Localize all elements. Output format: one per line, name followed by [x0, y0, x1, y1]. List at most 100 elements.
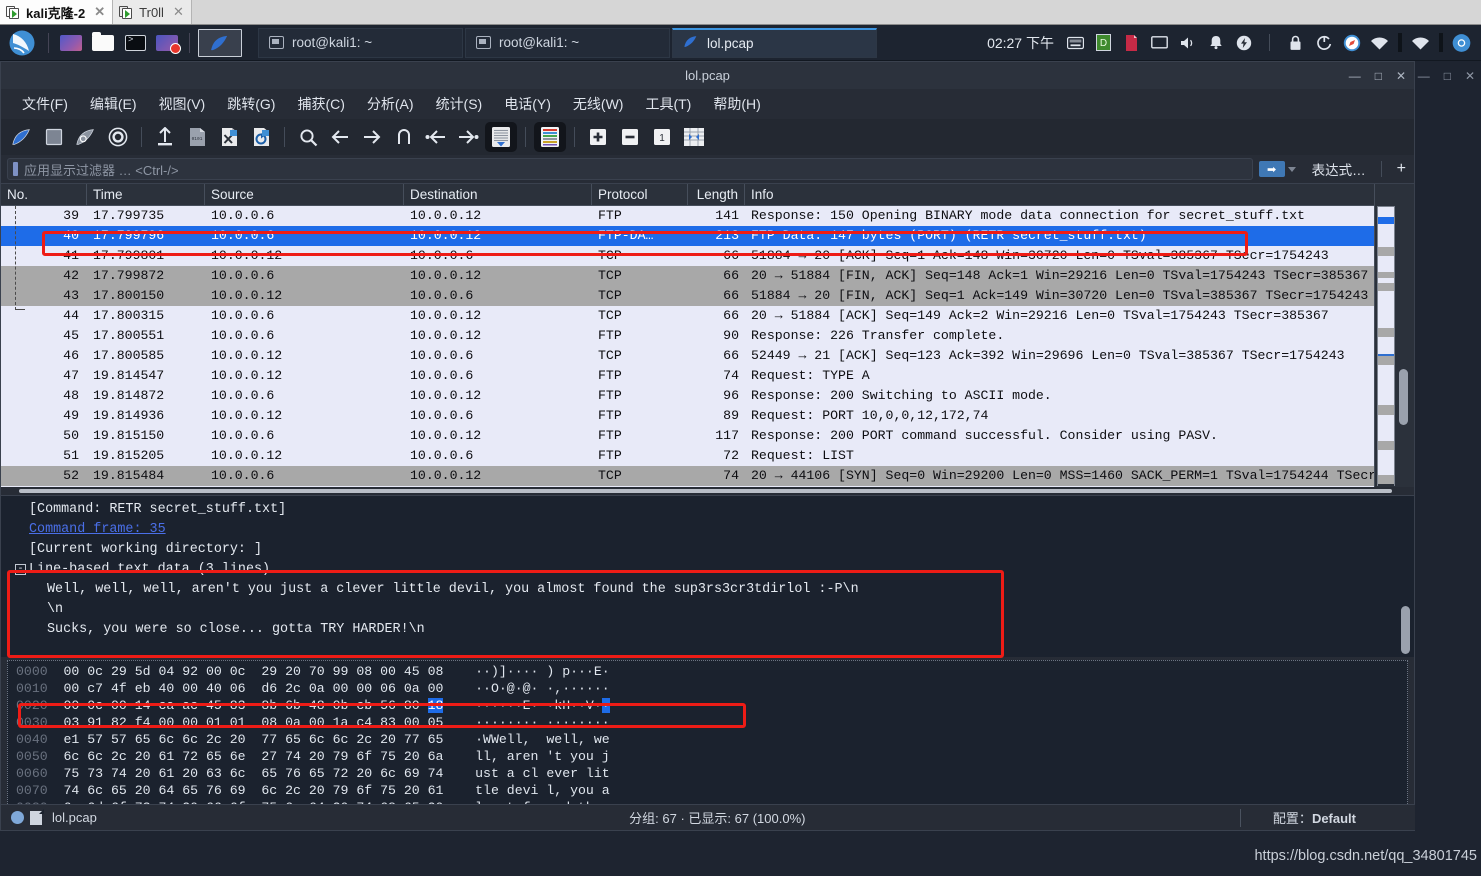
go-forward-icon[interactable]	[357, 122, 387, 152]
detail-row[interactable]: Command frame: 35	[1, 520, 1414, 540]
search-input[interactable]: 应用显示过滤器 … <Ctrl-/>	[7, 158, 1253, 180]
logout-icon[interactable]	[1314, 33, 1333, 52]
power-icon[interactable]	[1234, 33, 1253, 52]
hex-row[interactable]: 0040 e1 57 57 65 6c 6c 2c 20 77 65 6c 6c…	[8, 731, 1407, 748]
outer-minimize-button[interactable]: —	[1418, 69, 1430, 83]
menu-item-telephony[interactable]: 电话(Y)	[493, 91, 562, 117]
hex-row[interactable]: 0020 00 0c 00 14 ca ac 45 83 8b 6b 48 0b…	[8, 697, 1407, 714]
resize-columns-icon[interactable]	[679, 122, 709, 152]
files-icon[interactable]	[89, 31, 117, 55]
table-row[interactable]: 47 19.814547 10.0.0.12 10.0.0.6 FTP 74 Request…	[1, 366, 1414, 386]
menu-item-tools[interactable]: 工具(T)	[634, 91, 702, 117]
table-row[interactable]: 42 17.799872 10.0.0.6 10.0.0.12 TCP 66 20 → 51…	[1, 266, 1414, 286]
edit-doc-icon[interactable]	[1122, 33, 1141, 52]
zoom-out-icon[interactable]	[615, 122, 645, 152]
column-header-source[interactable]: Source	[205, 183, 404, 206]
auto-scroll-icon[interactable]	[485, 122, 517, 152]
lock-icon[interactable]	[1286, 33, 1305, 52]
filter-expression-button[interactable]: 表达式…	[1304, 159, 1374, 179]
wifi-icon[interactable]	[1370, 33, 1389, 52]
wireshark-icon[interactable]	[198, 28, 242, 57]
close-icon[interactable]: ✕	[173, 4, 184, 20]
table-row[interactable]: 51 19.815205 10.0.0.12 10.0.0.6 FTP 72 Request…	[1, 446, 1414, 466]
packet-list-scrollbar[interactable]	[1374, 184, 1414, 488]
table-row[interactable]: 44 17.800315 10.0.0.6 10.0.0.12 TCP 66 20 → 51…	[1, 306, 1414, 326]
packet-bytes-pane[interactable]: 0000 00 0c 29 5d 04 92 00 0c 29 20 70 99…	[7, 660, 1408, 826]
colorize-icon[interactable]	[534, 122, 566, 152]
go-last-packet-icon[interactable]	[453, 122, 483, 152]
table-row[interactable]: 46 17.800585 10.0.0.12 10.0.0.6 TCP 66 52449 →…	[1, 346, 1414, 366]
close-icon[interactable]: ✕	[94, 4, 105, 20]
close-file-icon[interactable]	[214, 122, 244, 152]
table-row[interactable]: 49 19.814936 10.0.0.12 10.0.0.6 FTP 89 Request…	[1, 406, 1414, 426]
restart-capture-icon[interactable]	[71, 122, 101, 152]
keyboard-icon[interactable]	[1066, 33, 1085, 52]
go-first-packet-icon[interactable]	[421, 122, 451, 152]
taskbar-window-0[interactable]: root@kali1: ~	[258, 27, 463, 58]
hex-row[interactable]: 0000 00 0c 29 5d 04 92 00 0c 29 20 70 99…	[8, 663, 1407, 680]
column-header-destination[interactable]: Destination	[404, 183, 592, 206]
outer-maximize-button[interactable]: □	[1444, 69, 1451, 83]
menu-item-go[interactable]: 跳转(G)	[216, 91, 286, 117]
details-scrollbar-thumb[interactable]	[1401, 606, 1410, 654]
table-row[interactable]: 40 17.799796 10.0.0.6 10.0.0.12 FTP-DA… 213 FT…	[1, 226, 1414, 246]
packet-list[interactable]: No. Time Source Destination Protocol Len…	[1, 183, 1414, 488]
detail-row[interactable]: Well, well, well, aren't you just a clev…	[1, 580, 1414, 600]
table-row[interactable]: 41 17.799801 10.0.0.12 10.0.0.6 TCP 66 51884 →…	[1, 246, 1414, 266]
maximize-button[interactable]: □	[1375, 69, 1382, 83]
add-filter-button[interactable]: +	[1389, 160, 1414, 178]
dictionary-icon[interactable]: D	[1094, 33, 1113, 52]
table-row[interactable]: 50 19.815150 10.0.0.6 10.0.0.12 FTP 117 Respon…	[1, 426, 1414, 446]
pane-splitter[interactable]	[1, 487, 1414, 495]
terminal-icon[interactable]	[121, 31, 149, 55]
vm-tab-1[interactable]: Tr0ll ✕	[113, 0, 192, 24]
hex-row[interactable]: 0050 6c 6c 2c 20 61 72 65 6e 27 74 20 79…	[8, 748, 1407, 765]
find-packet-icon[interactable]	[293, 122, 323, 152]
menu-item-statistics[interactable]: 统计(S)	[425, 91, 494, 117]
display-icon[interactable]	[1150, 33, 1169, 52]
vm-tab-0[interactable]: kali克隆-2 ✕	[0, 0, 114, 24]
column-header-info[interactable]: Info	[745, 184, 1414, 206]
detail-row[interactable]: - Line-based text data (3 lines)	[1, 560, 1414, 580]
start-capture-icon[interactable]	[7, 122, 37, 152]
collapse-icon[interactable]: -	[15, 564, 26, 575]
close-button[interactable]: ✕	[1396, 69, 1406, 83]
go-to-packet-icon[interactable]	[389, 122, 419, 152]
hex-row[interactable]: 0030 03 91 82 f4 00 00 01 01 08 0a 00 1a…	[8, 714, 1407, 731]
bell-icon[interactable]	[1206, 33, 1225, 52]
volume-icon[interactable]	[1178, 33, 1197, 52]
go-back-icon[interactable]	[325, 122, 355, 152]
reload-file-icon[interactable]	[246, 122, 276, 152]
capture-options-icon[interactable]	[103, 122, 133, 152]
packet-details-pane[interactable]: [Command: RETR secret_stuff.txt] Command …	[1, 495, 1414, 657]
column-header-protocol[interactable]: Protocol	[592, 183, 688, 206]
table-row[interactable]: 43 17.800150 10.0.0.12 10.0.0.6 TCP 66 51884 →…	[1, 286, 1414, 306]
table-row[interactable]: 45 17.800551 10.0.0.6 10.0.0.12 FTP 90 Respons…	[1, 326, 1414, 346]
menu-item-wireless[interactable]: 无线(W)	[562, 91, 635, 117]
hex-row[interactable]: 0010 00 c7 4f eb 40 00 40 06 d6 2c 0a 00…	[8, 680, 1407, 697]
compass-icon[interactable]	[1342, 33, 1361, 52]
zoom-in-icon[interactable]	[583, 122, 613, 152]
apply-filter-button[interactable]: ➡	[1258, 161, 1285, 177]
scrollbar-thumb[interactable]	[1399, 369, 1408, 425]
column-header-time[interactable]: Time	[87, 183, 205, 206]
stop-capture-icon[interactable]	[39, 122, 69, 152]
hex-row[interactable]: 0070 74 6c 65 20 64 65 76 69 6c 2c 20 79…	[8, 782, 1407, 799]
minimize-button[interactable]: —	[1349, 69, 1361, 83]
save-file-icon[interactable]: 0101	[182, 122, 212, 152]
detail-row[interactable]: [Current working directory: ]	[1, 540, 1414, 560]
hex-row[interactable]: 0060 75 73 74 20 61 20 63 6c 65 76 65 72…	[8, 765, 1407, 782]
table-row[interactable]: 39 17.799735 10.0.0.6 10.0.0.12 FTP 141 Respon…	[1, 206, 1414, 226]
kali-logo-icon[interactable]	[9, 30, 35, 56]
detail-row[interactable]: \n	[1, 600, 1414, 620]
column-header-no[interactable]: No.	[1, 183, 87, 206]
table-row[interactable]: 48 19.814872 10.0.0.6 10.0.0.12 FTP 96 Respons…	[1, 386, 1414, 406]
detail-row[interactable]: Sucks, you were so close... gotta TRY HA…	[1, 620, 1414, 640]
menu-item-edit[interactable]: 编辑(E)	[79, 91, 148, 117]
table-row[interactable]: 52 19.815484 10.0.0.6 10.0.0.12 TCP 74 20 → 44…	[1, 466, 1414, 486]
chrome-icon[interactable]	[1452, 33, 1471, 52]
menu-item-file[interactable]: 文件(F)	[11, 91, 79, 117]
clock[interactable]: 02:27 下午	[987, 33, 1054, 53]
outer-close-button[interactable]: ✕	[1465, 69, 1475, 83]
wifi-2-icon[interactable]	[1411, 33, 1430, 52]
